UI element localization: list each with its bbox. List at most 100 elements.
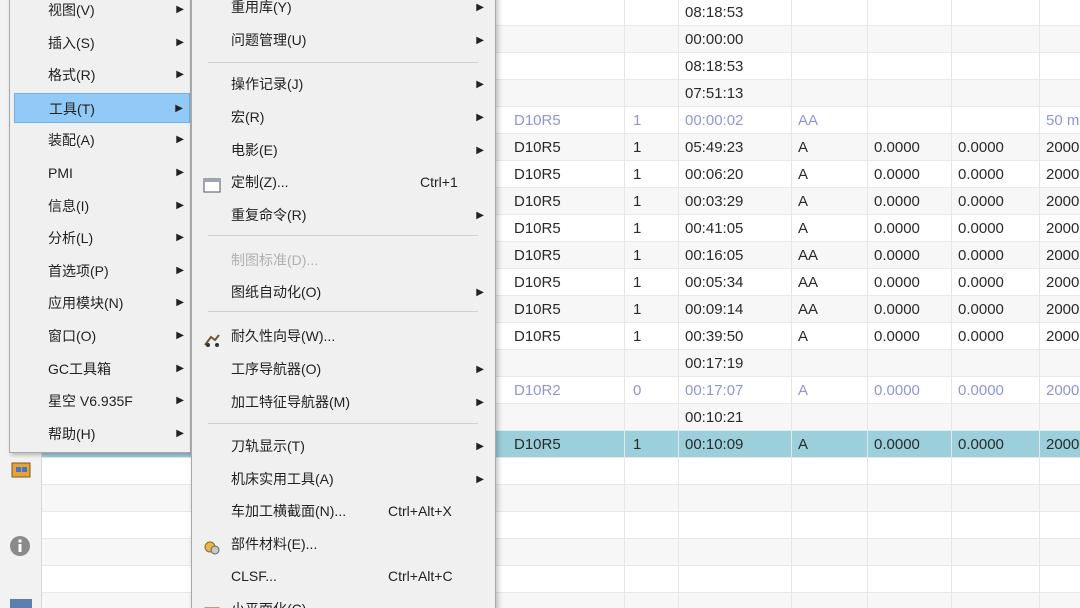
menu-item-label: 宏(R) [231,109,265,125]
chevron-right-icon: ▶ [176,395,184,407]
type-cell [792,539,868,566]
type-cell [792,26,868,53]
chevron-right-icon: ▶ [176,167,184,178]
count-cell: 1 [625,161,679,188]
menu-item[interactable]: 加工特征导航器(M) ▶ [194,387,494,418]
menu-item[interactable]: 首选项(P) ▶ [14,256,190,286]
feed-cell: 2000 [1046,166,1080,183]
tool-cell: D10R5 [507,431,625,458]
type-cell: AA [792,242,868,269]
menu-item[interactable]: 信息(I) ▶ [14,191,190,221]
count-cell: 1 [625,242,679,269]
menu-item[interactable]: 视图(V) ▶ [14,0,190,25]
menu-item[interactable]: 宏(R) ▶ [194,102,494,133]
chevron-right-icon: ▶ [476,287,484,298]
menu-separator [208,423,478,424]
menu-item[interactable]: 工序导航器(O) ▶ [194,354,494,385]
value-cell [868,53,952,80]
menu-item-label: CLSF... [231,568,277,584]
menu-item[interactable]: 机床实用工具(A) ▶ [194,464,494,495]
feed-cell: 2000 [1046,247,1080,264]
type-cell: A [792,134,868,161]
menu-item-label: 耐久性向导(W)... [231,328,336,344]
type-cell [792,458,868,485]
value-cell: 0.0000 [868,188,952,215]
menu-item[interactable]: 重复命令(R) ▶ [194,200,494,231]
type-cell [792,512,868,539]
tool-cell [507,26,625,53]
count-cell [625,0,679,26]
feed-cell [1040,350,1080,377]
tool-cell [507,80,625,107]
menu-item[interactable]: 定制(Z)... Ctrl+1 [194,167,494,198]
value-cell: 0.0000 [952,269,1040,296]
count-cell [625,80,679,107]
value-cell [952,404,1040,431]
tool-cell: D10R5 [507,107,625,134]
main-menu: 视图(V) ▶ 插入(S) ▶ 格式(R) ▶ 工具(T) ▶ 装配(A) ▶ PMI ▶ 信息(I) ▶… [9,0,191,453]
menu-item[interactable]: 分析(L) ▶ [14,223,190,253]
feed-cell: 2000 [1046,328,1080,345]
menu-item-label: 插入(S) [48,34,95,51]
shortcut-label: Ctrl+1 [420,174,458,190]
tool-cell [507,404,625,431]
feed-cell: 2000 [1046,382,1080,399]
value-cell [952,80,1040,107]
menu-item[interactable]: 问题管理(U) ▶ [194,25,494,56]
type-cell: A [792,377,868,404]
menu-item[interactable]: 应用模块(N) ▶ [14,288,190,318]
menu-item[interactable]: 耐久性向导(W)... [194,321,494,352]
menu-item[interactable]: 装配(A) ▶ [14,125,190,155]
count-cell: 1 [625,323,679,350]
menu-item[interactable]: 窗口(O) ▶ [14,321,190,351]
count-cell [625,53,679,80]
menu-item[interactable]: 星空 V6.935F ▶ [14,386,190,416]
menu-item[interactable]: 图纸自动化(O) ▶ [194,277,494,308]
menu-item[interactable]: 操作记录(J) ▶ [194,69,494,100]
count-cell [625,512,679,539]
chevron-right-icon: ▶ [476,79,484,90]
value-cell: 0.0000 [952,431,1040,458]
menu-item[interactable]: 重用库(Y) ▶ [194,0,494,23]
value-cell [952,350,1040,377]
time-cell: 08:18:53 [679,0,792,26]
menu-item-label: 格式(R) [48,67,96,84]
time-cell: 00:17:07 [679,377,792,404]
tool-cell: D10R5 [507,161,625,188]
value-cell: 0.0000 [868,377,952,404]
feed-cell [1040,80,1080,107]
menu-item[interactable]: PMI ▶ [14,158,190,188]
menu-item-label: 问题管理(U) [231,32,307,48]
menu-item[interactable]: GC工具箱 ▶ [14,354,190,384]
menu-item-label: 信息(I) [48,197,90,214]
count-cell: 1 [625,134,679,161]
type-cell [792,80,868,107]
type-cell [792,53,868,80]
menu-item[interactable]: 工具(T) ▶ [14,92,190,123]
display-icon[interactable] [6,596,36,608]
menu-item-label: 工具(T) [49,100,95,117]
count-cell: 1 [625,296,679,323]
machine-tool-view-icon[interactable] [6,455,36,485]
menu-item[interactable]: 格式(R) ▶ [14,60,190,90]
menu-item[interactable]: 小平面化(C) [194,594,494,608]
chevron-right-icon: ▶ [176,362,184,374]
chevron-right-icon: ▶ [476,35,484,46]
info-icon[interactable] [6,531,36,561]
menu-item-label: 定制(Z)... [231,174,289,190]
menu-item[interactable]: 帮助(H) ▶ [14,419,190,449]
menu-item[interactable]: 部件材料(E)... [194,529,494,560]
menu-item-label: 视图(V) [48,2,95,18]
chevron-right-icon: ▶ [176,4,184,15]
count-cell [625,404,679,431]
feed-cell [1040,458,1080,485]
menu-item[interactable]: 电影(E) ▶ [194,135,494,166]
count-cell [625,593,679,608]
value-cell [868,350,952,377]
menu-item[interactable]: CLSF... Ctrl+Alt+C [194,561,494,592]
menu-item-label: 部件材料(E)... [231,536,318,552]
menu-item[interactable]: 车加工横截面(N)... Ctrl+Alt+X [194,496,494,527]
menu-item[interactable]: 刀轨显示(T) ▶ [194,431,494,462]
menu-separator [208,311,478,312]
menu-item[interactable]: 插入(S) ▶ [14,28,190,58]
